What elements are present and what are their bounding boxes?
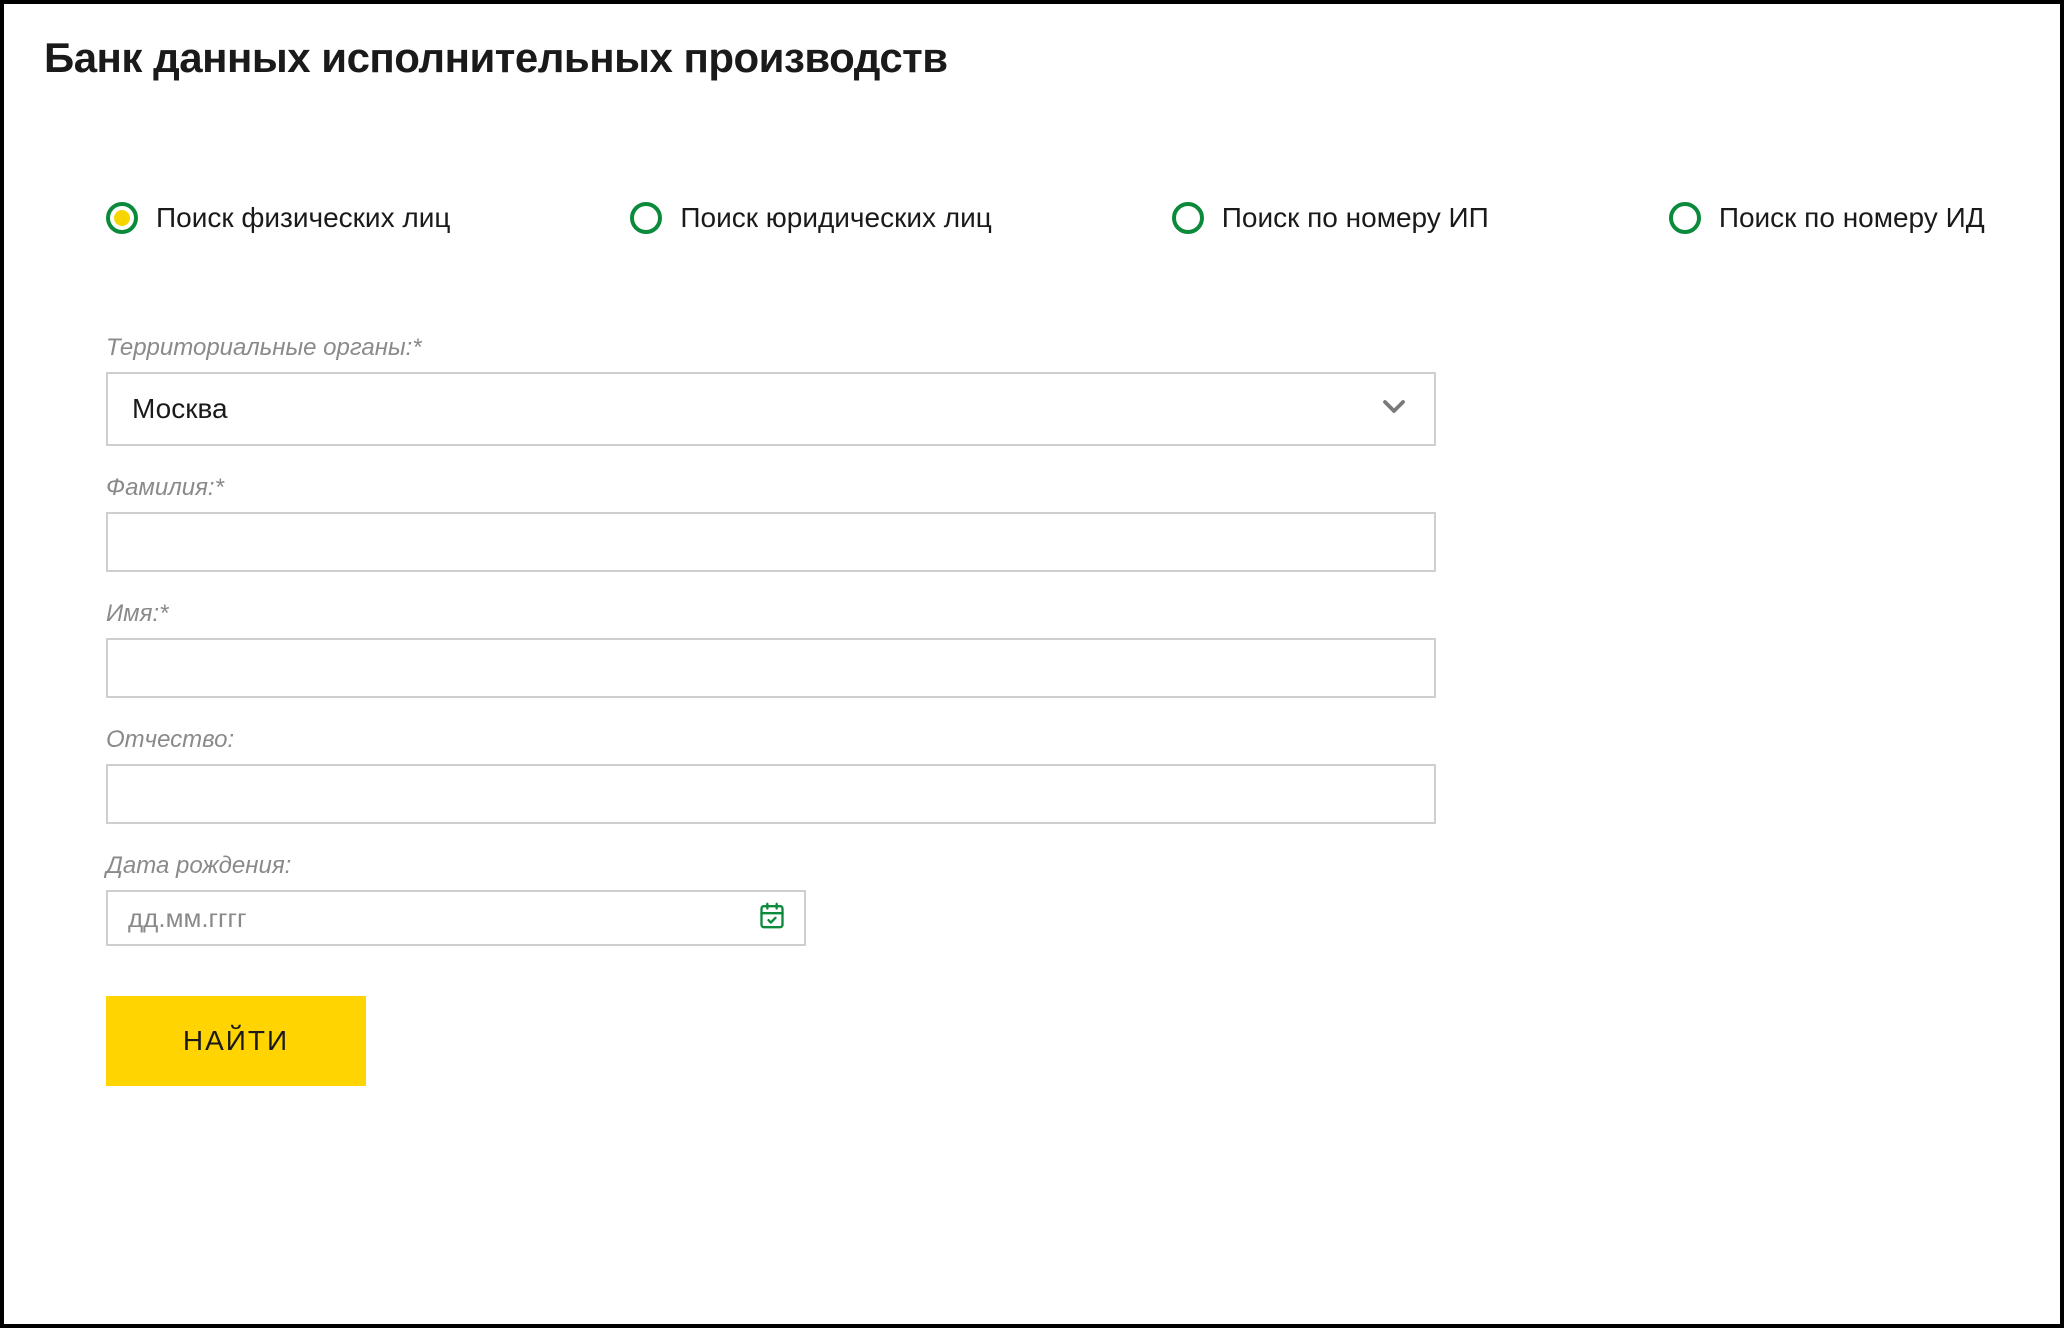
search-type-radio-group: Поиск физических лиц Поиск юридических л…: [106, 202, 2020, 234]
page-title: Банк данных исполнительных производств: [44, 34, 2020, 82]
firstname-label: Имя:*: [106, 600, 1436, 628]
radio-icon: [1669, 202, 1701, 234]
birthdate-field-group: Дата рождения: дд.мм.гггг: [106, 852, 1436, 946]
firstname-input[interactable]: [106, 638, 1436, 698]
territory-select[interactable]: Москва: [106, 372, 1436, 446]
firstname-field-group: Имя:*: [106, 600, 1436, 698]
patronymic-input[interactable]: [106, 764, 1436, 824]
radio-icon: [1172, 202, 1204, 234]
birthdate-input[interactable]: дд.мм.гггг: [106, 890, 806, 946]
radio-icon: [106, 202, 138, 234]
radio-label: Поиск юридических лиц: [680, 202, 991, 234]
search-button[interactable]: НАЙТИ: [106, 996, 366, 1086]
territory-field-group: Территориальные органы:* Москва: [106, 334, 1436, 446]
radio-individuals[interactable]: Поиск физических лиц: [106, 202, 450, 234]
form-area: Территориальные органы:* Москва Фамилия:…: [106, 334, 1436, 1086]
radio-id-number[interactable]: Поиск по номеру ИД: [1669, 202, 1985, 234]
radio-label: Поиск по номеру ИД: [1719, 202, 1985, 234]
territory-select-wrapper: Москва: [106, 372, 1436, 446]
territory-label: Территориальные органы:*: [106, 334, 1436, 362]
radio-icon: [630, 202, 662, 234]
birthdate-label: Дата рождения:: [106, 852, 1436, 880]
patronymic-label: Отчество:: [106, 726, 1436, 754]
radio-label: Поиск физических лиц: [156, 202, 450, 234]
page-container: Банк данных исполнительных производств П…: [0, 0, 2064, 1328]
radio-label: Поиск по номеру ИП: [1222, 202, 1489, 234]
surname-field-group: Фамилия:*: [106, 474, 1436, 572]
surname-input[interactable]: [106, 512, 1436, 572]
radio-legal[interactable]: Поиск юридических лиц: [630, 202, 991, 234]
surname-label: Фамилия:*: [106, 474, 1436, 502]
patronymic-field-group: Отчество:: [106, 726, 1436, 824]
radio-ip-number[interactable]: Поиск по номеру ИП: [1172, 202, 1489, 234]
birthdate-input-wrapper: дд.мм.гггг: [106, 890, 806, 946]
